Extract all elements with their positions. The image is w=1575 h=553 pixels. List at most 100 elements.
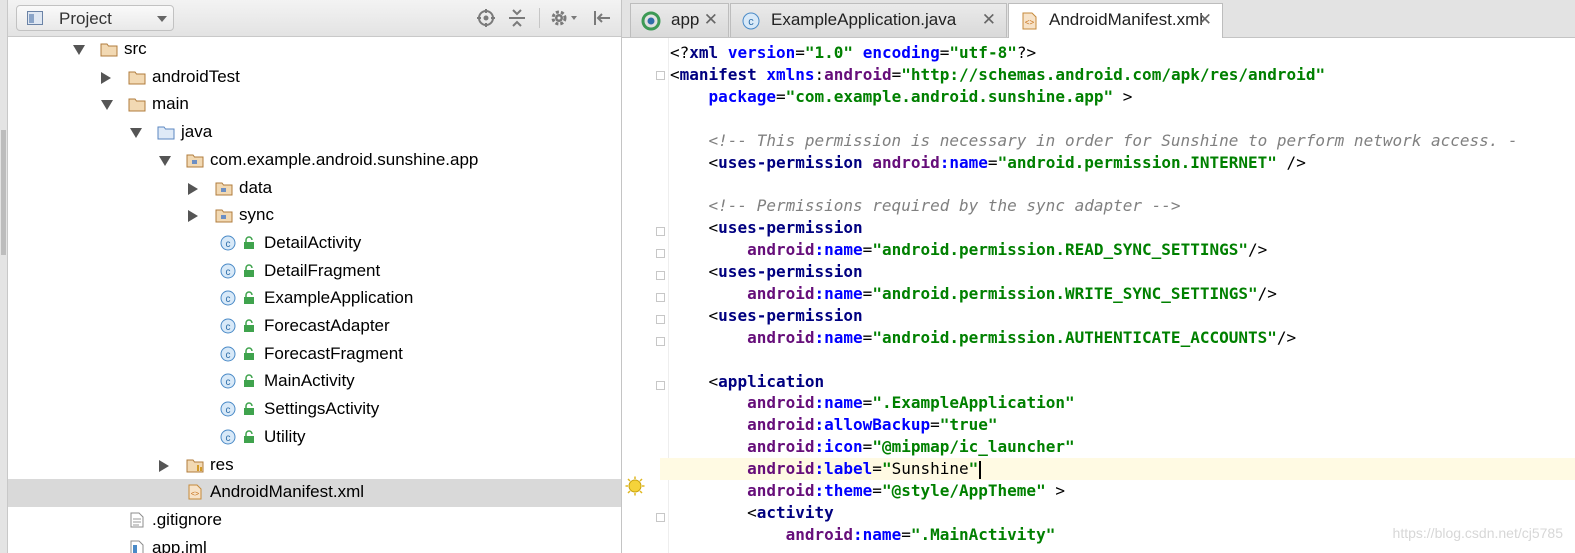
- code-token: "@mipmap/ic_launcher": [872, 437, 1075, 457]
- class-icon: c: [220, 401, 236, 417]
- tree-node-forecastadapter[interactable]: c ForecastAdapter: [8, 313, 621, 341]
- public-lock-icon: [244, 291, 254, 305]
- tree-node-java[interactable]: java: [8, 119, 621, 147]
- project-view-selector[interactable]: Project: [16, 5, 174, 31]
- tree-node-label: MainActivity: [264, 371, 355, 391]
- project-view-icon: [27, 11, 43, 25]
- code-token: package: [708, 86, 776, 106]
- tree-node-detailactivity[interactable]: c DetailActivity: [8, 230, 621, 258]
- tree-node-mainactivity[interactable]: c MainActivity: [8, 368, 621, 396]
- tab-androidmanifest-xml[interactable]: <> AndroidManifest.xml ✕: [1008, 3, 1223, 38]
- code-line: android:name="android.permission.AUTHENT…: [670, 327, 1575, 349]
- code-line: <manifest xmlns:android="http://schemas.…: [670, 64, 1575, 86]
- code-token: />: [1248, 240, 1268, 260]
- hide-panel-icon[interactable]: [592, 8, 612, 28]
- code-line: android:theme="@style/AppTheme" >: [670, 480, 1575, 502]
- code-token: android: [747, 327, 815, 347]
- expand-arrow-down-icon[interactable]: [73, 45, 85, 55]
- locate-icon[interactable]: [476, 8, 496, 28]
- tree-node-settingsactivity[interactable]: c SettingsActivity: [8, 396, 621, 424]
- tree-node-main[interactable]: main: [8, 91, 621, 119]
- tab-app[interactable]: app ✕: [630, 3, 729, 37]
- tree-node-sync[interactable]: sync: [8, 202, 621, 230]
- code-line: <activity: [670, 502, 1575, 524]
- code-token: />: [1276, 152, 1306, 172]
- tree-node-exampleapplication[interactable]: c ExampleApplication: [8, 285, 621, 313]
- fold-marker-icon[interactable]: [656, 71, 665, 80]
- tree-node-androidmanifest-xml[interactable]: <> AndroidManifest.xml: [8, 479, 621, 508]
- code-token: "true": [939, 415, 998, 435]
- code-line: <uses-permission android:name="android.p…: [670, 152, 1575, 174]
- code-token: uses-permission: [718, 152, 863, 172]
- text-file-icon: [130, 512, 144, 528]
- svg-text:c: c: [226, 405, 231, 416]
- close-icon[interactable]: ✕: [1198, 10, 1212, 30]
- expand-arrow-down-icon[interactable]: [101, 100, 113, 111]
- tree-node-com-example-android-sunshine-app[interactable]: com.example.android.sunshine.app: [8, 147, 621, 175]
- code-token: :allowBackup: [814, 415, 931, 435]
- code-line: <uses-permission: [670, 305, 1575, 327]
- code-token: ": [881, 459, 892, 479]
- code-token: =: [891, 64, 902, 84]
- svg-text:c: c: [226, 433, 231, 444]
- expand-arrow-right-icon[interactable]: [101, 71, 111, 84]
- collapse-all-icon[interactable]: [507, 8, 527, 28]
- svg-text:c: c: [226, 322, 231, 333]
- tree-node-androidtest[interactable]: androidTest: [8, 64, 621, 92]
- tree-node-utility[interactable]: c Utility: [8, 424, 621, 452]
- code-token: <: [670, 262, 719, 281]
- code-token: android: [747, 437, 815, 457]
- close-icon[interactable]: ✕: [704, 10, 718, 30]
- tree-node-data[interactable]: data: [8, 175, 621, 203]
- tree-node-gitignore[interactable]: .gitignore: [8, 507, 621, 535]
- fold-marker-icon[interactable]: [656, 227, 665, 236]
- code-token: application: [718, 371, 825, 391]
- expand-arrow-right-icon[interactable]: [188, 182, 198, 195]
- tree-node-forecastfragment[interactable]: c ForecastFragment: [8, 341, 621, 369]
- code-line: android:allowBackup="true": [670, 414, 1575, 436]
- code-token: :name: [814, 327, 863, 347]
- fold-marker-icon[interactable]: [656, 513, 665, 522]
- code-token: <: [670, 64, 680, 84]
- code-token: "android.permission.READ_SYNC_SETTINGS": [872, 240, 1248, 260]
- tree-node-app-iml[interactable]: app.iml: [8, 535, 621, 553]
- expand-arrow-down-icon[interactable]: [159, 155, 171, 166]
- code-token: =: [862, 327, 873, 347]
- tree-node-label: app.iml: [152, 537, 207, 553]
- tree-node-detailfragment[interactable]: c DetailFragment: [8, 258, 621, 286]
- fold-marker-icon[interactable]: [656, 249, 665, 258]
- fold-marker-icon[interactable]: [656, 271, 665, 280]
- fold-marker-icon[interactable]: [656, 337, 665, 346]
- code-token: >: [1045, 481, 1065, 500]
- fold-marker-icon[interactable]: [656, 381, 665, 390]
- code-token: :name: [939, 152, 988, 172]
- tree-node-src[interactable]: src: [8, 36, 621, 64]
- expand-arrow-right-icon[interactable]: [188, 210, 198, 223]
- close-icon[interactable]: ✕: [982, 10, 996, 30]
- header-separator: [539, 8, 540, 28]
- tree-node-label: res: [210, 454, 234, 474]
- tool-strip-scroll-thumb[interactable]: [1, 130, 6, 255]
- fold-marker-icon[interactable]: [656, 293, 665, 302]
- svg-text:c: c: [226, 377, 231, 388]
- tree-node-label: sync: [239, 205, 274, 225]
- fold-marker-icon[interactable]: [656, 315, 665, 324]
- expand-arrow-right-icon[interactable]: [159, 459, 169, 472]
- code-token: android: [824, 64, 892, 84]
- code-line: android:name=".ExampleApplication": [670, 392, 1575, 414]
- expand-arrow-down-icon[interactable]: [130, 128, 142, 139]
- tree-node-label: SettingsActivity: [264, 399, 380, 419]
- tree-node-label: ForecastAdapter: [264, 316, 390, 335]
- lightbulb-icon[interactable]: [625, 476, 645, 496]
- settings-gear-icon[interactable]: [549, 8, 579, 28]
- tree-node-res[interactable]: res: [8, 452, 621, 480]
- tab-exampleapplication-java[interactable]: c ExampleApplication.java ✕: [730, 3, 1007, 37]
- tree-node-label: ForecastFragment: [264, 343, 403, 363]
